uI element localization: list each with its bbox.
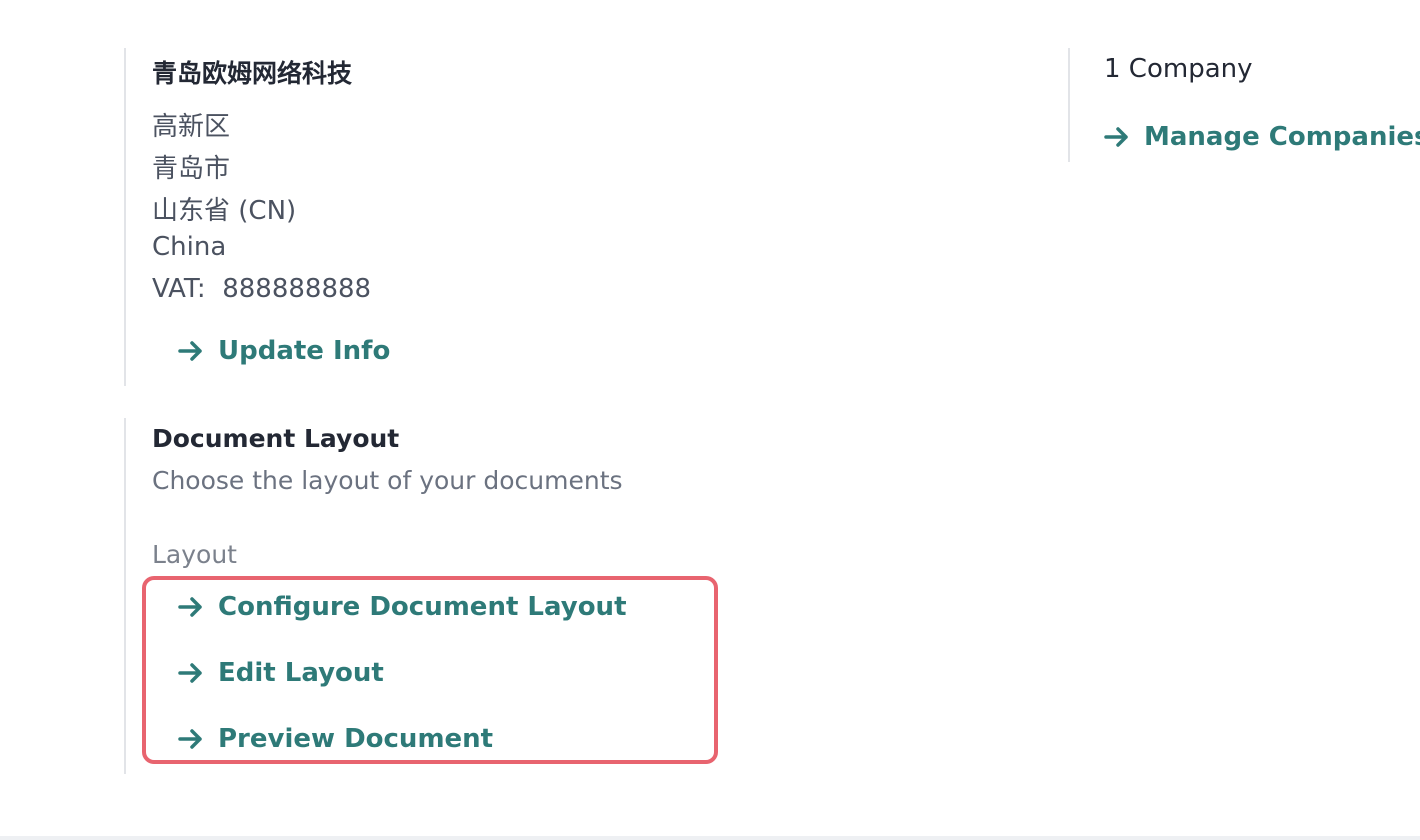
- arrow-right-icon: [1104, 127, 1128, 147]
- document-layout-title: Document Layout: [152, 424, 400, 453]
- company-count: 1 Company: [1104, 54, 1253, 84]
- company-info-section: 青岛欧姆网络科技 高新区 青岛市 山东省 (CN) China VAT: 888…: [124, 48, 826, 386]
- vat-row: VAT: 888888888: [152, 274, 371, 304]
- address-line-province: 山东省 (CN): [152, 196, 297, 226]
- companies-section: 1 Company Manage Companies: [1068, 48, 1420, 162]
- document-layout-section: Document Layout Choose the layout of you…: [124, 418, 886, 774]
- arrow-right-icon: [178, 663, 202, 683]
- configure-document-layout-link[interactable]: Configure Document Layout: [178, 592, 627, 622]
- address-line-district: 高新区: [152, 112, 231, 142]
- preview-document-label: Preview Document: [218, 724, 494, 754]
- arrow-right-icon: [178, 729, 202, 749]
- layout-field-label: Layout: [152, 540, 237, 569]
- company-name: 青岛欧姆网络科技: [152, 59, 353, 88]
- vat-label: VAT:: [152, 274, 206, 304]
- edit-layout-link[interactable]: Edit Layout: [178, 658, 384, 688]
- manage-companies-link[interactable]: Manage Companies: [1104, 122, 1420, 152]
- update-info-label: Update Info: [218, 336, 391, 366]
- arrow-right-icon: [178, 597, 202, 617]
- arrow-right-icon: [178, 341, 202, 361]
- bottom-divider: [0, 836, 1420, 840]
- manage-companies-label: Manage Companies: [1144, 122, 1420, 152]
- update-info-link[interactable]: Update Info: [178, 336, 390, 366]
- document-layout-description: Choose the layout of your documents: [152, 466, 623, 495]
- preview-document-link[interactable]: Preview Document: [178, 724, 493, 754]
- vat-value: 888888888: [222, 274, 372, 304]
- configure-document-layout-label: Configure Document Layout: [218, 592, 627, 622]
- address-line-country: China: [152, 232, 227, 262]
- edit-layout-label: Edit Layout: [218, 658, 384, 688]
- address-line-city: 青岛市: [152, 154, 231, 184]
